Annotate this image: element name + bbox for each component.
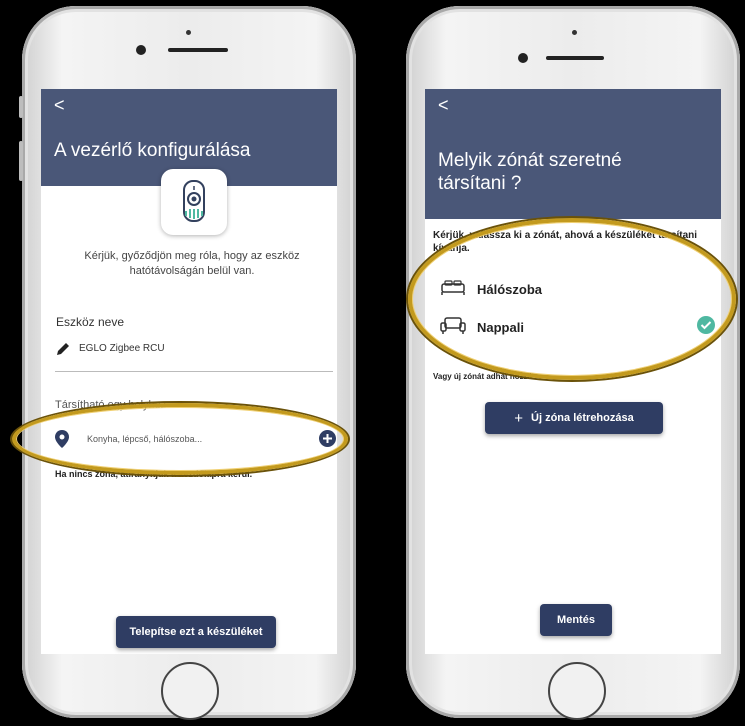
range-hint: Kérjük, győződjön meg róla, hogy az eszk…	[84, 250, 300, 277]
earpiece-speaker	[546, 56, 604, 60]
volume-up-button	[19, 141, 23, 181]
back-button[interactable]: <	[438, 95, 449, 116]
new-zone-button-label: Új zóna létrehozása	[531, 412, 634, 424]
sensor-dot	[186, 30, 191, 35]
save-button[interactable]: Mentés	[540, 604, 612, 636]
device-name-label: Eszköz neve	[56, 315, 125, 329]
sensor-dot	[572, 30, 577, 35]
front-camera	[136, 45, 146, 55]
front-camera	[518, 53, 528, 63]
page-title: A vezérlő konfigurálása	[54, 140, 251, 161]
highlight-ellipse-right	[408, 218, 736, 380]
screen-left: < A vezérlő konfigurálása Kérjük, győződ…	[41, 89, 337, 654]
home-button[interactable]	[548, 662, 606, 720]
new-zone-button[interactable]: + Új zóna létrehozása	[485, 402, 663, 434]
highlight-ellipse-left	[12, 403, 348, 475]
home-button[interactable]	[161, 662, 219, 720]
header-bar: < Melyik zónát szeretné társítani ?	[425, 89, 721, 219]
pencil-icon	[55, 341, 71, 362]
plus-icon: +	[514, 409, 524, 427]
back-button[interactable]: <	[54, 95, 65, 116]
install-device-button[interactable]: Telepítse ezt a készüléket	[116, 616, 276, 648]
phone-frame-left: < A vezérlő konfigurálása Kérjük, győződ…	[19, 6, 356, 720]
device-name-field[interactable]: EGLO Zigbee RCU	[55, 339, 333, 372]
page-title: Melyik zónát szeretné társítani ?	[438, 150, 622, 194]
earpiece-speaker	[168, 48, 228, 52]
mute-switch	[19, 96, 23, 118]
remote-device-icon	[161, 169, 227, 235]
device-name-value: EGLO Zigbee RCU	[79, 343, 165, 354]
